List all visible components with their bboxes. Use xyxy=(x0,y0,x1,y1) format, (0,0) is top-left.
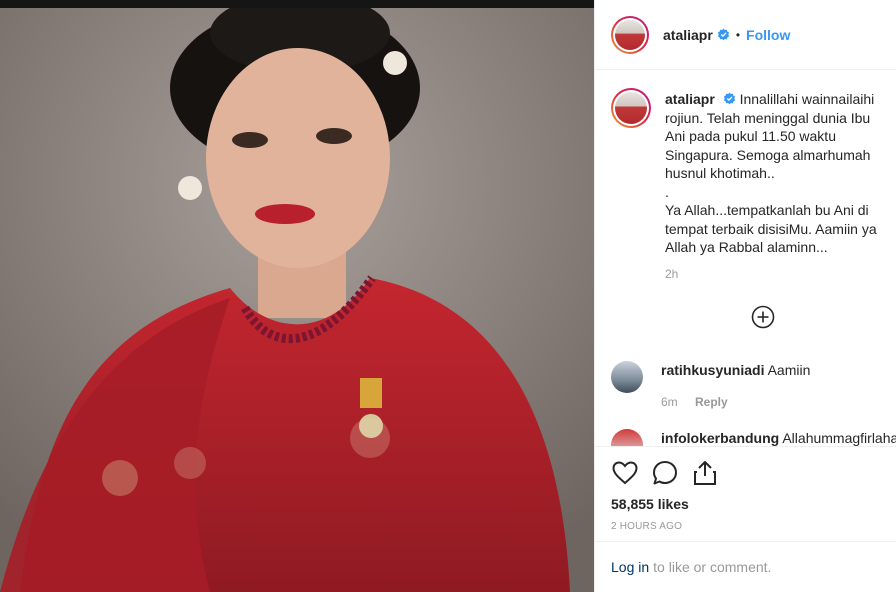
post-details-panel: ataliapr • Follow ataliapr Innalillahi w… xyxy=(594,0,896,592)
login-link[interactable]: Log in xyxy=(611,559,649,575)
share-icon xyxy=(694,461,716,485)
follow-button[interactable]: Follow xyxy=(746,27,790,43)
comment-item: ratihkusyuniadi Aamiin 6m Reply xyxy=(611,361,896,411)
share-button[interactable] xyxy=(685,453,725,493)
post-timestamp[interactable]: 2 HOURS AGO xyxy=(611,521,881,532)
verified-badge-icon xyxy=(723,92,735,105)
login-prompt-text: to like or comment. xyxy=(653,559,772,575)
login-prompt: Log in to like or comment. xyxy=(595,541,896,592)
post-header: ataliapr • Follow xyxy=(595,0,896,70)
commenter-avatar[interactable] xyxy=(611,361,643,393)
commenter-username[interactable]: infolokerbandung xyxy=(661,430,779,446)
comment-text: Aamiin xyxy=(767,362,811,378)
comment-icon xyxy=(653,461,677,485)
comment-item: infolokerbandung Allahummagfirlaha xyxy=(611,429,896,446)
load-more-comments-icon[interactable] xyxy=(751,305,775,329)
comment-text: Allahummagfirlaha xyxy=(782,430,896,446)
photo-top-bar xyxy=(0,0,594,8)
verified-badge-icon xyxy=(717,28,729,41)
post-actions: 58,855 likes 2 HOURS AGO xyxy=(595,446,896,532)
caption-avatar[interactable] xyxy=(611,88,651,128)
author-username[interactable]: ataliapr xyxy=(663,27,713,43)
caption: ataliapr Innalillahi wainnailaihi rojiun… xyxy=(611,88,883,283)
author-avatar[interactable] xyxy=(611,15,649,54)
caption-text: Innalillahi wainnailaihi rojiun. Telah m… xyxy=(665,91,877,255)
like-button[interactable] xyxy=(605,453,645,493)
comment-time[interactable]: 6m xyxy=(661,395,678,409)
post-photo[interactable] xyxy=(0,0,594,592)
caption-username[interactable]: ataliapr xyxy=(665,91,715,107)
portrait-image xyxy=(0,8,594,592)
heart-icon xyxy=(612,461,638,485)
comments-list[interactable]: ataliapr Innalillahi wainnailaihi rojiun… xyxy=(595,71,896,446)
commenter-username[interactable]: ratihkusyuniadi xyxy=(661,362,764,378)
commenter-avatar[interactable] xyxy=(611,429,643,446)
separator-dot: • xyxy=(735,27,741,42)
caption-time[interactable]: 2h xyxy=(665,265,883,284)
likes-count[interactable]: 58,855 likes xyxy=(611,496,881,512)
reply-button[interactable]: Reply xyxy=(695,395,728,409)
comment-button[interactable] xyxy=(645,453,685,493)
